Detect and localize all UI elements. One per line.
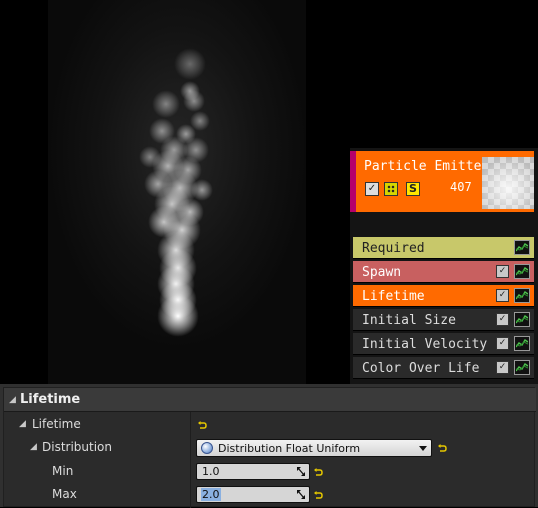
max-label: Max (52, 487, 77, 501)
emitter-title: Particle Emitter (364, 159, 490, 174)
emitter-enable-checkbox[interactable]: ✓ (365, 182, 379, 196)
max-input[interactable]: 2.0 (196, 486, 310, 503)
module-enable-checkbox[interactable]: ✓ (496, 361, 509, 374)
property-row-min: Min 1.0 (4, 460, 536, 483)
reset-to-default-icon[interactable] (313, 467, 323, 477)
module-row[interactable]: Initial Velocity ✓ (353, 333, 534, 355)
chevron-down-icon (419, 446, 427, 451)
emitter-column: Particle Emitter ✓ S 407 Required Spawn ✓ L… (350, 148, 538, 384)
property-row-lifetime: ◢ Lifetime (4, 413, 536, 436)
module-enable-checkbox[interactable]: ✓ (496, 337, 509, 350)
distribution-sphere-icon (201, 442, 213, 454)
distribution-label: Distribution (42, 440, 113, 454)
module-row[interactable]: Initial Size ✓ (353, 309, 534, 331)
module-enable-checkbox[interactable]: ✓ (496, 265, 509, 278)
module-row[interactable]: Spawn ✓ (353, 261, 534, 283)
emitter-header[interactable]: Particle Emitter ✓ S 407 (350, 151, 534, 212)
expand-triangle-icon[interactable]: ◢ (19, 419, 26, 429)
expand-triangle-icon[interactable]: ◢ (30, 442, 37, 452)
property-row-distribution: ◢ Distribution Distribution Float Unifor… (4, 436, 536, 459)
module-label: Lifetime (362, 289, 425, 304)
expand-arrows-icon (297, 490, 305, 499)
particle-sprite (157, 295, 199, 337)
min-label: Min (52, 464, 74, 478)
section-title: Lifetime (20, 392, 81, 407)
emitter-thumbnail (482, 157, 534, 209)
render-mode-icon[interactable] (384, 182, 398, 196)
distribution-value: Distribution Float Uniform (218, 442, 361, 455)
module-label: Color Over Life (362, 361, 480, 376)
solo-button[interactable]: S (406, 182, 420, 196)
distribution-dropdown[interactable]: Distribution Float Uniform (196, 439, 432, 457)
module-label: Initial Velocity (362, 337, 488, 352)
curve-editor-icon[interactable] (514, 288, 530, 303)
collapse-triangle-icon[interactable]: ◢ (9, 395, 16, 405)
details-frame: ◢ Lifetime ◢ Lifetime ◢ Distribution Dis… (3, 387, 536, 508)
curve-editor-icon[interactable] (514, 336, 530, 351)
particle-count: 407 (450, 180, 472, 194)
module-enable-checkbox[interactable]: ✓ (496, 289, 509, 302)
curve-editor-icon[interactable] (514, 360, 530, 375)
property-row-max: Max 2.0 (4, 483, 536, 506)
min-input[interactable]: 1.0 (196, 463, 310, 480)
expand-arrows-icon (297, 467, 305, 476)
curve-editor-icon[interactable] (514, 240, 530, 255)
module-label: Spawn (362, 265, 402, 280)
min-value: 1.0 (202, 465, 220, 478)
reset-to-default-icon[interactable] (313, 490, 323, 500)
details-section-header[interactable]: ◢ Lifetime (4, 388, 536, 412)
curve-editor-icon[interactable] (514, 312, 530, 327)
details-panel: ◢ Lifetime ◢ Lifetime ◢ Distribution Dis… (0, 384, 538, 508)
module-row[interactable]: Required (353, 237, 534, 259)
lifetime-label: Lifetime (32, 417, 81, 431)
curve-editor-icon[interactable] (514, 264, 530, 279)
module-row[interactable]: Color Over Life ✓ (353, 357, 534, 379)
particle-sprite (174, 48, 206, 80)
max-value: 2.0 (201, 488, 221, 501)
reset-to-default-icon[interactable] (437, 443, 447, 453)
thumbnail-glow (482, 157, 534, 209)
module-enable-checkbox[interactable]: ✓ (496, 313, 509, 326)
reset-to-default-icon[interactable] (197, 420, 207, 430)
module-row[interactable]: Lifetime ✓ (353, 285, 534, 307)
module-label: Initial Size (362, 313, 456, 328)
module-label: Required (362, 241, 425, 256)
